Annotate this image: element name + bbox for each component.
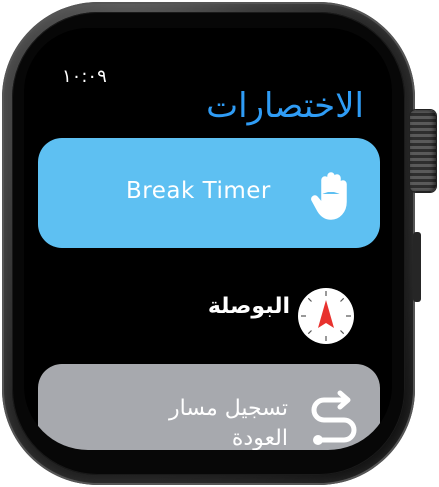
raised-hand-icon	[311, 172, 347, 220]
watch-screen: ١٠:٠٩ الاختصارات Break Timer البوصلة تسج…	[24, 28, 392, 450]
digital-crown[interactable]	[410, 110, 436, 192]
compass-icon	[298, 288, 354, 344]
app-title: الاختصارات	[206, 86, 364, 126]
status-time: ١٠:٠٩	[62, 66, 107, 87]
shortcut-label: Break Timer	[126, 178, 271, 204]
shortcut-record-route[interactable]: تسجيل مسار العودة	[38, 364, 380, 450]
shortcut-label: تسجيل مسار العودة	[169, 396, 288, 450]
side-button[interactable]	[413, 232, 421, 302]
shortcut-compass[interactable]: البوصلة	[24, 280, 392, 344]
apple-watch: ١٠:٠٩ الاختصارات Break Timer البوصلة تسج…	[0, 0, 439, 487]
shortcut-break-timer[interactable]: Break Timer	[38, 138, 380, 248]
shortcut-label: البوصلة	[207, 294, 290, 319]
route-icon	[311, 390, 357, 445]
